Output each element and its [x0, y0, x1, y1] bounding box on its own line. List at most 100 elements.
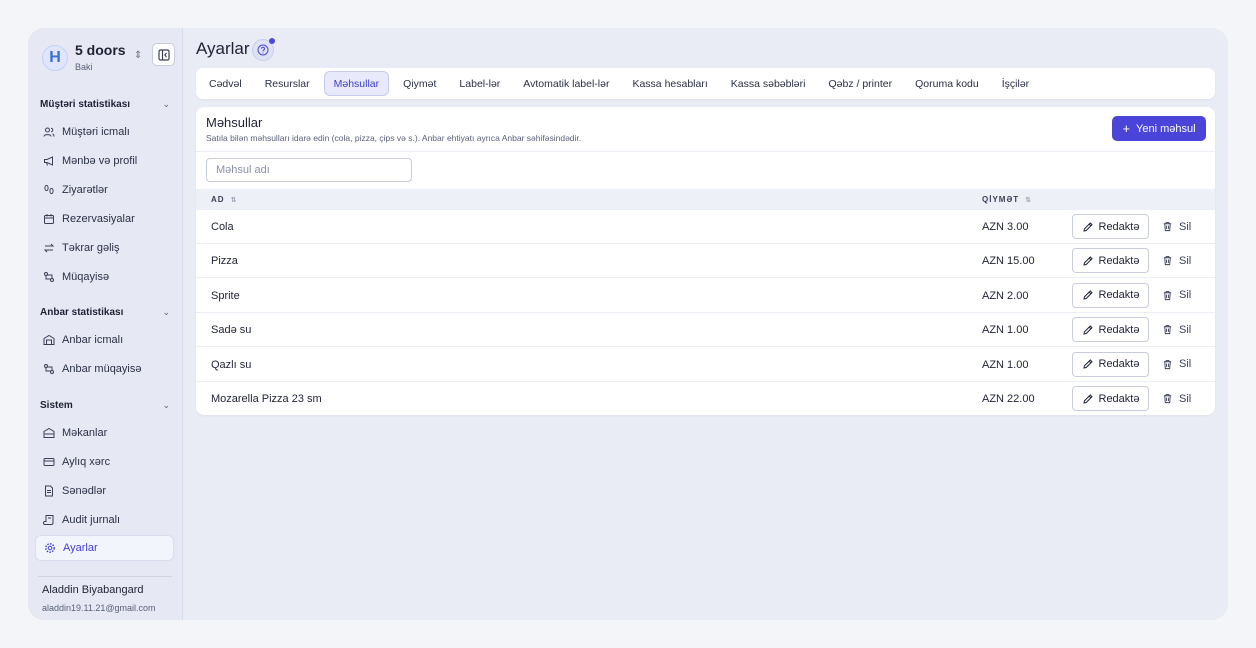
- tab-products[interactable]: Məhsullar: [323, 71, 390, 96]
- sidebar-collapse-button[interactable]: [152, 43, 175, 66]
- delete-button[interactable]: Sil: [1158, 317, 1198, 342]
- main-content: Ayarlar Cədvəl Resurslar Məhsullar Qiymə…: [183, 28, 1228, 620]
- sidebar-item-settings[interactable]: Ayarlar: [35, 535, 174, 561]
- product-price: AZN 15.00: [982, 255, 1035, 268]
- credit-card-icon: [42, 456, 55, 469]
- product-name: Pizza: [211, 255, 238, 268]
- sidebar-item-inventory-compare[interactable]: Anbar müqayisə: [35, 356, 174, 382]
- users-icon: [42, 126, 55, 139]
- delete-label: Sil: [1179, 392, 1192, 405]
- sidebar-item-source-profile[interactable]: Mənbə və profil: [35, 148, 174, 174]
- edit-label: Redaktə: [1098, 323, 1140, 336]
- notification-dot: [269, 38, 275, 44]
- section-title-inventory-stats[interactable]: Anbar statistikası ⌄: [40, 307, 170, 318]
- sidebar-item-documents[interactable]: Sənədlər: [35, 478, 174, 504]
- user-name[interactable]: Aladdin Biyabangard: [42, 584, 144, 596]
- table-header: AD ⇅ QİYMƏT ⇅: [196, 189, 1215, 210]
- delete-button[interactable]: Sil: [1158, 248, 1198, 273]
- plus-icon: +: [1122, 121, 1131, 136]
- sidebar-item-audit-log[interactable]: Audit jurnalı: [35, 507, 174, 533]
- app-frame: H 5 doors Baki ⇕ Müştəri statistikası ⌄ M…: [28, 28, 1228, 620]
- product-search-input[interactable]: [206, 158, 412, 182]
- tab-auto-labels[interactable]: Avtomatik label-lər: [514, 71, 618, 96]
- products-card: Məhsullar Satıla bilən məhsulları idarə …: [196, 107, 1215, 415]
- delete-button[interactable]: Sil: [1158, 283, 1198, 308]
- trash-icon: [1163, 359, 1172, 369]
- chevron-down-icon: ⌄: [162, 307, 170, 317]
- edit-button[interactable]: Redaktə: [1072, 214, 1149, 239]
- new-product-button[interactable]: + Yeni məhsul: [1112, 116, 1206, 141]
- gear-icon: [43, 542, 56, 555]
- tab-cash-reasons[interactable]: Kassa səbəbləri: [722, 71, 815, 96]
- section-title-system[interactable]: Sistem ⌄: [40, 400, 170, 411]
- delete-label: Sil: [1179, 323, 1192, 336]
- card-subtitle: Satıla bilən məhsulları idarə edin (cola…: [206, 133, 582, 143]
- tab-price[interactable]: Qiymət: [394, 71, 445, 96]
- sidebar-toggle-icon: [157, 48, 170, 61]
- delete-label: Sil: [1179, 254, 1192, 267]
- sidebar-item-customer-overview[interactable]: Müştəri icmalı: [35, 119, 174, 145]
- delete-label: Sil: [1179, 220, 1192, 233]
- sidebar: H 5 doors Baki ⇕ Müştəri statistikası ⌄ M…: [28, 28, 183, 620]
- product-name: Sadə su: [211, 324, 252, 337]
- trash-icon: [1163, 256, 1172, 266]
- brand[interactable]: H 5 doors Baki: [42, 42, 126, 73]
- product-price: AZN 3.00: [982, 221, 1029, 233]
- delete-button[interactable]: Sil: [1158, 352, 1198, 377]
- tab-employees[interactable]: İşçilər: [993, 71, 1038, 96]
- tab-cash-accounts[interactable]: Kassa hesabları: [623, 71, 716, 96]
- table-row: Cola AZN 3.00 Redaktə Sil: [196, 210, 1215, 244]
- scroll-icon: [42, 514, 55, 527]
- edit-button[interactable]: Redaktə: [1072, 351, 1149, 377]
- sidebar-item-compare[interactable]: Müqayisə: [35, 264, 174, 290]
- product-price: AZN 2.00: [982, 289, 1029, 302]
- chevron-up-down-icon[interactable]: ⇕: [134, 50, 142, 61]
- user-email: aladdin19.11.21@gmail.com: [42, 603, 156, 613]
- delete-label: Sil: [1179, 289, 1192, 302]
- pencil-icon: [1082, 256, 1093, 266]
- product-name: Mozarella Pizza 23 sm: [211, 393, 322, 405]
- table-row: Mozarella Pizza 23 sm AZN 22.00 Redaktə Sil: [196, 382, 1215, 415]
- table-row: Sprite AZN 2.00 Redaktə Sil: [196, 279, 1215, 313]
- tab-labels[interactable]: Label-lər: [450, 71, 509, 96]
- compare-icon: [42, 363, 55, 376]
- page-title: Ayarlar: [196, 39, 250, 58]
- column-header-price[interactable]: QİYMƏT ⇅: [982, 195, 1032, 204]
- tab-protection-code[interactable]: Qoruma kodu: [906, 71, 988, 96]
- edit-button[interactable]: Redaktə: [1072, 317, 1149, 343]
- product-price: AZN 1.00: [982, 324, 1029, 337]
- sidebar-item-inventory-overview[interactable]: Anbar icmalı: [35, 327, 174, 353]
- sidebar-item-repeat-visits[interactable]: Təkrar gəliş: [35, 235, 174, 261]
- tab-schedule[interactable]: Cədvəl: [200, 71, 251, 96]
- warehouse-icon: [42, 334, 55, 347]
- compare-icon: [42, 271, 55, 284]
- document-icon: [42, 485, 55, 498]
- brand-name: 5 doors: [75, 42, 126, 58]
- megaphone-icon: [42, 155, 55, 168]
- sidebar-item-reservations[interactable]: Rezervasiyalar: [35, 206, 174, 232]
- delete-button[interactable]: Sil: [1158, 386, 1198, 411]
- settings-tabs: Cədvəl Resurslar Məhsullar Qiymət Label-…: [196, 68, 1215, 99]
- delete-button[interactable]: Sil: [1158, 214, 1198, 239]
- trash-icon: [1163, 222, 1172, 232]
- sidebar-item-monthly-expense[interactable]: Aylıq xərc: [35, 449, 174, 475]
- trash-icon: [1163, 290, 1172, 300]
- new-product-label: Yeni məhsul: [1136, 122, 1196, 135]
- divider: [196, 151, 1215, 152]
- section-title-customer-stats[interactable]: Müştəri statistikası ⌄: [40, 99, 170, 110]
- building-icon: [42, 427, 55, 440]
- pencil-icon: [1082, 359, 1093, 369]
- sort-icon: ⇅: [1025, 196, 1033, 204]
- column-header-name[interactable]: AD ⇅: [211, 195, 237, 204]
- sidebar-item-visits[interactable]: Ziyarətlər: [35, 177, 174, 203]
- table-row: Pizza AZN 15.00 Redaktə Sil: [196, 244, 1215, 279]
- tab-receipt-printer[interactable]: Qəbz / printer: [819, 71, 901, 96]
- edit-button[interactable]: Redaktə: [1072, 386, 1149, 411]
- edit-button[interactable]: Redaktə: [1072, 282, 1149, 308]
- sidebar-item-venues[interactable]: Məkanlar: [35, 420, 174, 446]
- brand-logo: H: [42, 44, 68, 71]
- edit-label: Redaktə: [1098, 358, 1140, 371]
- edit-button[interactable]: Redaktə: [1072, 248, 1149, 274]
- tab-resources[interactable]: Resurslar: [256, 71, 319, 96]
- brand-city: Baki: [75, 62, 93, 72]
